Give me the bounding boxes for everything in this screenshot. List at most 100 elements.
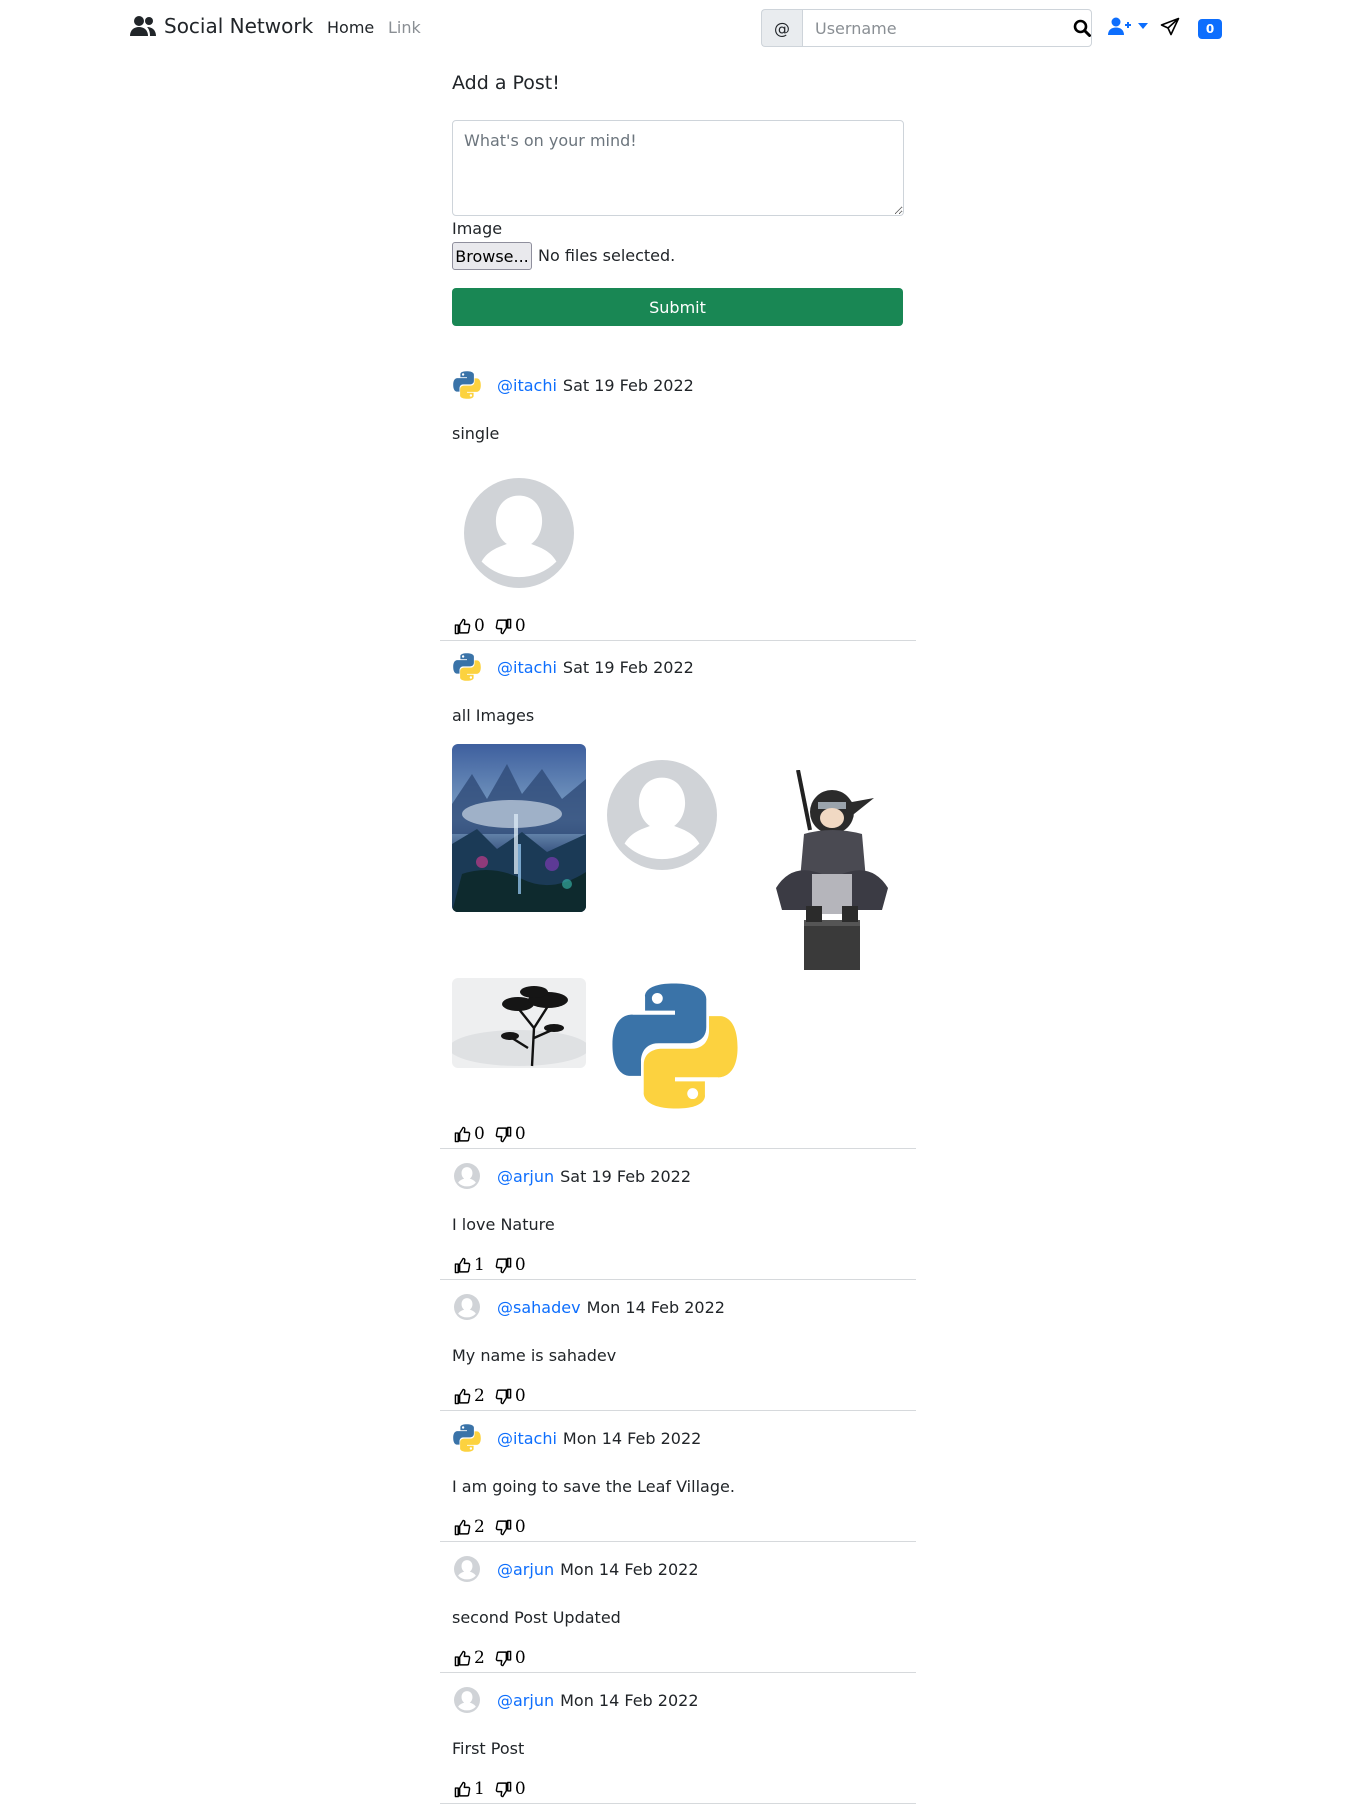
add-post-title: Add a Post! [452,72,560,94]
like-count: 0 [474,616,485,636]
like-count: 1 [474,1779,485,1799]
reactions: 2 0 [454,1517,536,1537]
avatar[interactable] [452,1554,482,1584]
thumbs-down-icon [495,618,512,635]
reactions: 0 0 [454,616,536,636]
reactions: 1 0 [454,1779,536,1799]
avatar[interactable] [452,1292,482,1322]
ninja-character-image [776,770,888,970]
post-text: My name is sahadev [452,1346,617,1365]
avatar[interactable] [452,1685,482,1715]
submit-button[interactable]: Submit [452,288,903,326]
dislike-button[interactable]: 0 [495,1124,526,1144]
image-label: Image [452,219,503,238]
like-button[interactable]: 0 [454,1124,485,1144]
like-count: 2 [474,1386,485,1406]
users-icon [130,16,156,36]
like-button[interactable]: 2 [454,1648,485,1668]
reactions: 2 0 [454,1648,536,1668]
dislike-count: 0 [514,1255,526,1275]
nav-home-link[interactable]: Home [327,18,374,37]
avatar[interactable] [452,1423,482,1453]
browse-button[interactable]: Browse... [452,242,532,270]
post-text: second Post Updated [452,1608,621,1627]
post-card: @sahadev Mon 14 Feb 2022 My name is saha… [440,1292,916,1411]
post-image-avatar[interactable] [607,760,717,870]
post-image-landscape[interactable] [452,744,586,912]
post-date: Sat 19 Feb 2022 [562,657,694,677]
post-image[interactable] [464,478,574,588]
file-status: No files selected. [538,246,676,265]
like-count: 1 [474,1255,485,1275]
dislike-button[interactable]: 0 [495,1648,526,1668]
dislike-count: 0 [514,616,526,636]
python-logo-icon [452,652,482,682]
thumbs-down-icon [495,1650,512,1667]
send-icon [1160,17,1180,36]
thumbs-down-icon [495,1781,512,1798]
post-username[interactable]: @itachi [497,376,557,395]
like-button[interactable]: 1 [454,1779,485,1799]
post-username[interactable]: @arjun [497,1691,554,1710]
post-image-python[interactable] [607,978,743,1114]
default-avatar-icon [454,1294,480,1320]
dislike-count: 0 [514,1517,526,1537]
like-button[interactable]: 0 [454,616,485,636]
avatar[interactable] [452,370,482,400]
thumbs-up-icon [454,1388,471,1405]
reactions: 1 0 [454,1255,536,1275]
thumbs-up-icon [454,1650,471,1667]
post-username[interactable]: @itachi [497,658,557,677]
post-username[interactable]: @arjun [497,1167,554,1186]
post-text: First Post [452,1739,525,1758]
thumbs-up-icon [454,1519,471,1536]
user-plus-icon [1108,17,1131,35]
brand[interactable]: Social Network [130,14,313,38]
dislike-count: 0 [514,1648,526,1668]
tree-ink-image [452,978,586,1068]
user-search-group: @ [761,9,1092,47]
dislike-button[interactable]: 0 [495,1255,526,1275]
post-image-tree[interactable] [452,978,586,1068]
post-image-ninja[interactable] [762,770,898,970]
post-card: @itachi Mon 14 Feb 2022 I am going to sa… [440,1423,916,1542]
like-button[interactable]: 2 [454,1386,485,1406]
post-username[interactable]: @arjun [497,1560,554,1579]
default-avatar-icon [454,1556,480,1582]
post-date: Mon 14 Feb 2022 [560,1690,699,1710]
username-search-input[interactable] [802,9,1092,47]
dislike-button[interactable]: 0 [495,616,526,636]
nav-link-link[interactable]: Link [388,18,421,37]
post-card: @arjun Mon 14 Feb 2022 second Post Updat… [440,1554,916,1673]
dislike-count: 0 [514,1386,526,1406]
like-count: 2 [474,1648,485,1668]
post-date: Mon 14 Feb 2022 [586,1297,725,1317]
like-button[interactable]: 1 [454,1255,485,1275]
avatar[interactable] [452,652,482,682]
messages-button[interactable] [1160,17,1180,41]
post-username[interactable]: @sahadev [497,1298,581,1317]
brand-name: Social Network [164,14,314,38]
thumbs-up-icon [454,1257,471,1274]
post-username[interactable]: @itachi [497,1429,557,1448]
fantasy-landscape-image [452,744,586,912]
post-text: I love Nature [452,1215,555,1234]
search-button[interactable] [1071,17,1093,39]
friend-requests-dropdown[interactable] [1108,17,1148,35]
thumbs-up-icon [454,1781,471,1798]
post-textarea[interactable] [452,120,904,216]
dislike-button[interactable]: 0 [495,1517,526,1537]
thumbs-down-icon [495,1257,512,1274]
post-card: @itachi Sat 19 Feb 2022 all Images 0 0 [440,652,916,1149]
dislike-button[interactable]: 0 [495,1386,526,1406]
like-button[interactable]: 2 [454,1517,485,1537]
thumbs-down-icon [495,1126,512,1143]
avatar[interactable] [452,1161,482,1191]
post-text: single [452,424,500,443]
notification-badge[interactable]: 0 [1198,19,1222,39]
post-date: Sat 19 Feb 2022 [562,375,694,395]
dislike-button[interactable]: 0 [495,1779,526,1799]
search-icon [1073,19,1091,37]
dislike-count: 0 [514,1124,526,1144]
default-avatar-image [464,478,574,588]
